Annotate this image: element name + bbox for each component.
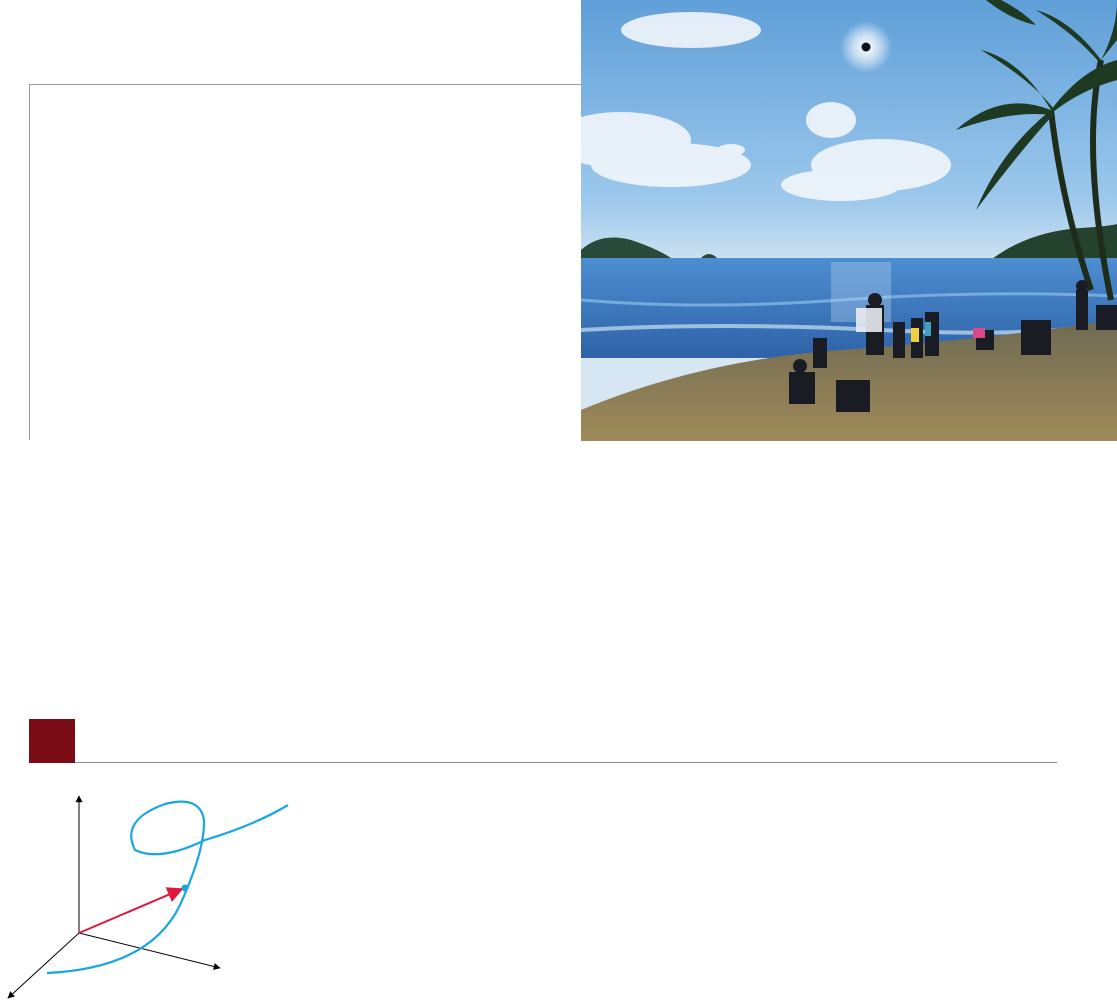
x-axis <box>7 932 80 999</box>
text-frame-box <box>29 84 581 440</box>
section-divider <box>75 762 1057 763</box>
eclipse-beach-photo <box>581 0 1117 441</box>
curve-point <box>181 884 189 892</box>
y-axis <box>78 932 221 970</box>
page <box>0 0 1117 1003</box>
section-marker <box>29 719 75 763</box>
photo-illustration <box>581 0 1117 441</box>
eclipse-moon <box>861 42 871 52</box>
space-curve-diagram <box>0 790 300 1003</box>
space-curve <box>46 800 289 975</box>
